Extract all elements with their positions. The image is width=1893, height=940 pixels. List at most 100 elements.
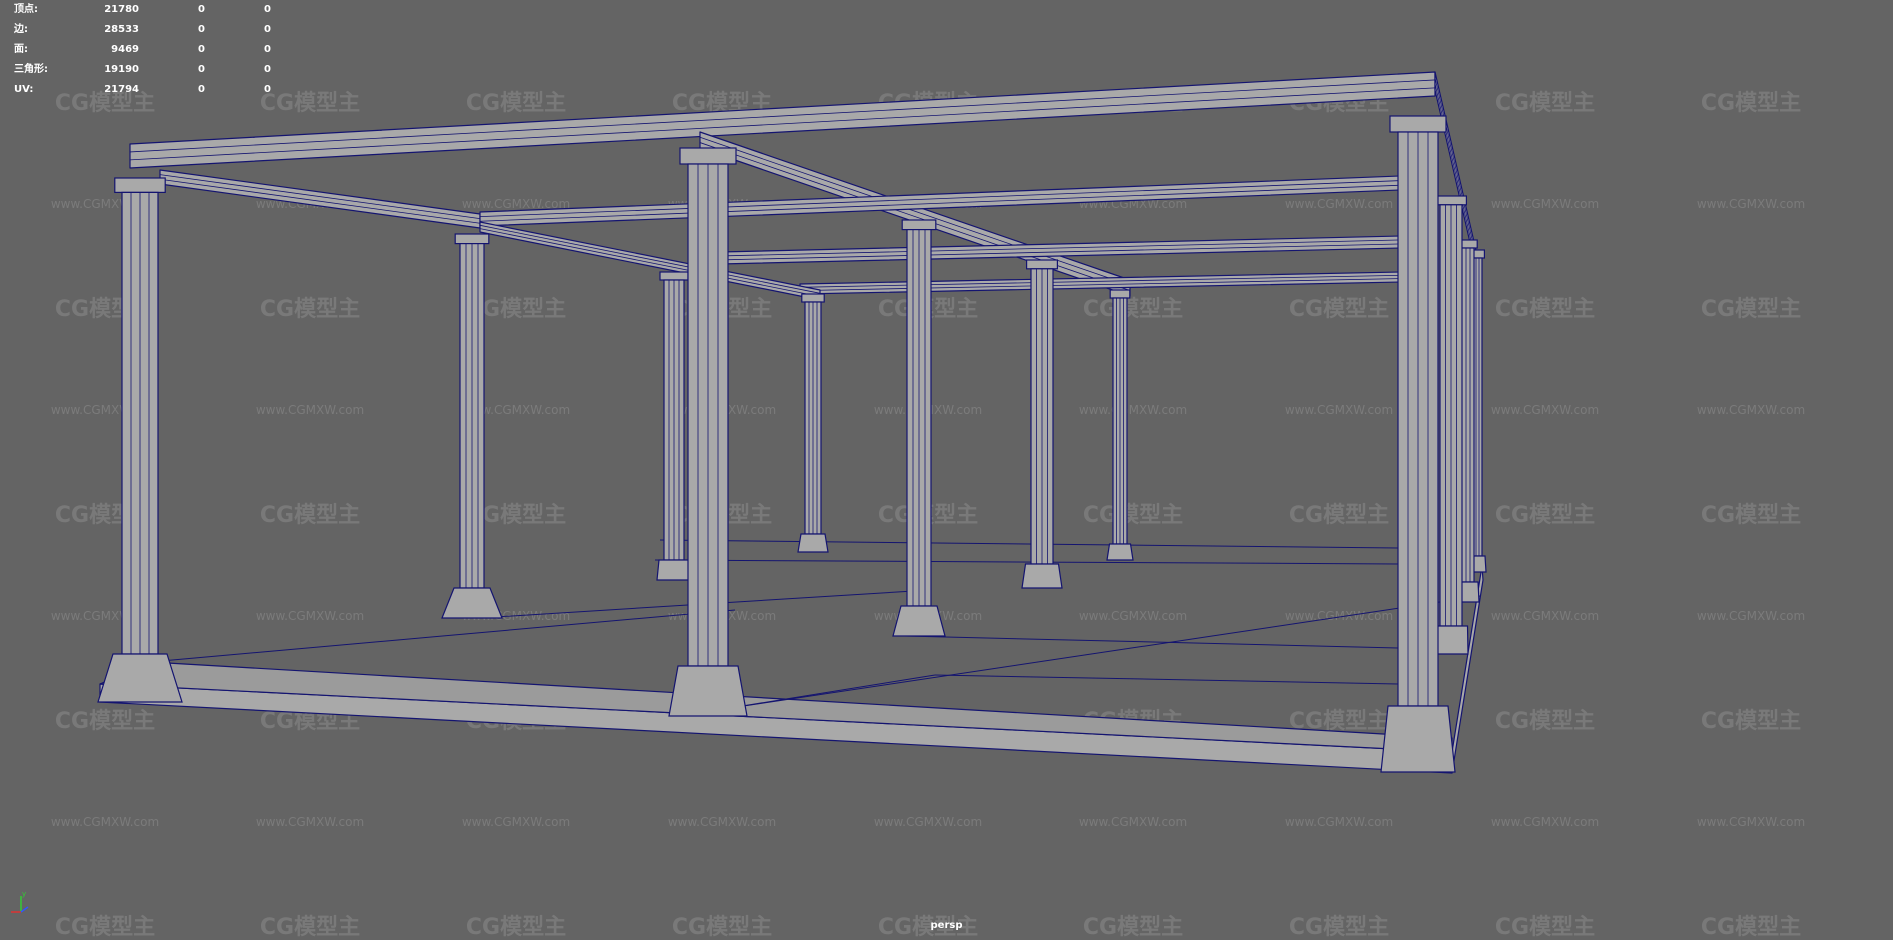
left-side-beam-edge [159,178,481,224]
hud-selected: 0 [198,4,205,15]
pavilion-wireframe-mesh[interactable] [97,71,1487,774]
column-capital [1389,115,1447,133]
watermark-url-text: www.CGMXW.com [668,815,776,829]
column-capital [1025,259,1058,270]
hud-value: 19190 [104,64,139,75]
hud-component: 0 [264,44,271,55]
axis-y-label: y [22,890,26,898]
column-back-center [797,293,829,553]
hud-component: 0 [264,64,271,75]
watermark-url-text: www.CGMXW.com [1285,197,1393,211]
watermark-url-text: www.CGMXW.com [1491,609,1599,623]
watermark-logo-text: CG模型主 [1083,297,1183,322]
column-base [1106,543,1134,561]
hud-value: 21794 [104,84,139,95]
hud-row-triangles: 三角形: 19190 0 0 [14,60,271,80]
watermark-logo-text: CG模型主 [1289,297,1389,322]
floor-grid-line [904,635,1401,649]
column-capital [114,177,166,193]
column-capital [679,147,737,165]
hud-row-faces: 面: 9469 0 0 [14,40,271,60]
watermark-logo-text: CG模型主 [1495,503,1595,528]
watermark-url-text: www.CGMXW.com [1697,815,1805,829]
watermark-url-text: www.CGMXW.com [1079,815,1187,829]
hud-component: 0 [264,4,271,15]
column-base [797,533,829,553]
watermark-url-text: www.CGMXW.com [256,815,364,829]
floor-grid-line [659,539,1401,549]
column-base [1433,625,1469,655]
watermark-url-text: www.CGMXW.com [1285,403,1393,417]
column-base [441,587,503,619]
hud-row-vertices: 顶点: 21780 0 0 [14,0,271,20]
hud-selected: 0 [198,44,205,55]
hud-component: 0 [264,24,271,35]
column-capital [454,233,490,245]
column-capital [1434,195,1467,206]
hud-label: UV: [14,84,34,95]
watermark-logo-text: CG模型主 [1495,297,1595,322]
hud-selected: 0 [198,84,205,95]
watermark-url-text: www.CGMXW.com [874,815,982,829]
watermark-logo-text: CG模型主 [1701,91,1801,116]
column-base [97,653,183,703]
column-capital [659,271,689,281]
watermark-logo-text: CG模型主 [260,503,360,528]
column-capital [901,219,937,231]
watermark-logo-text: CG模型主 [1701,297,1801,322]
column-mid-left [441,233,503,619]
hud-selected: 0 [198,24,205,35]
camera-name-label: persp [930,920,963,931]
floor-grid-line [934,674,1401,685]
hud-label: 面: [14,44,28,55]
axis-gizmo-icon: y [11,890,29,913]
poly-count-hud: 顶点: 21780 0 0 边: 28533 0 0 面: 9469 0 0 三… [14,0,271,100]
hud-value: 21780 [104,4,139,15]
watermark-url-text: www.CGMXW.com [1491,197,1599,211]
mid-cross-beam-1-edge [479,180,1401,218]
hud-label: 边: [14,24,28,35]
watermark-logo-text: CG模型主 [1495,709,1595,734]
watermark-logo-text: CG模型主 [55,709,155,734]
watermark-url-text: www.CGMXW.com [462,815,570,829]
front-ridge-beam [129,71,1436,169]
watermark-logo-text: CG模型主 [1495,91,1595,116]
watermark-logo-text: CG模型主 [466,91,566,116]
watermark-url-text: www.CGMXW.com [1697,197,1805,211]
watermark-logo-text: CG模型主 [1701,503,1801,528]
left-side-beam-edge [159,174,481,220]
watermark-url-text: www.CGMXW.com [1079,609,1187,623]
hud-value: 9469 [111,44,139,55]
watermark-url-text: www.CGMXW.com [1491,403,1599,417]
watermark-logo-text: CG模型主 [260,91,360,116]
hud-selected: 0 [198,64,205,75]
column-mid-right [1021,259,1063,589]
column-base [668,665,748,717]
watermark-logo-text: CG模型主 [1083,503,1183,528]
hud-label: 三角形: [14,64,48,75]
hud-value: 28533 [104,24,139,35]
watermark-logo-text: CG模型主 [1701,709,1801,734]
column-front-left [97,177,183,703]
column-capital [801,293,825,303]
column-base [656,559,692,581]
watermark-logo-text: CG模型主 [260,297,360,322]
hud-row-edges: 边: 28533 0 0 [14,20,271,40]
watermark-url-text: www.CGMXW.com [1697,403,1805,417]
watermark-url-text: www.CGMXW.com [1285,815,1393,829]
hud-row-uvs: UV: 21794 0 0 [14,80,271,100]
column-base [1380,705,1456,773]
watermark-url-text: www.CGMXW.com [256,609,364,623]
watermark-url-text: www.CGMXW.com [256,403,364,417]
maya-viewport[interactable]: CG模型主 CG模型主 CG模型主 CG模型主 CG模型主 CG模型主 CG模型主 CG模型主… [0,0,1893,940]
column-base [892,605,946,637]
hud-label: 顶点: [14,4,38,15]
watermark-url-text: www.CGMXW.com [51,815,159,829]
watermark-url-text: www.CGMXW.com [1491,815,1599,829]
column-base [1021,563,1063,589]
watermark-url-text: www.CGMXW.com [1697,609,1805,623]
column-capital [1109,289,1131,299]
left-side-beam [159,169,481,229]
hud-component: 0 [264,84,271,95]
watermark-url-text: www.CGMXW.com [1079,403,1187,417]
